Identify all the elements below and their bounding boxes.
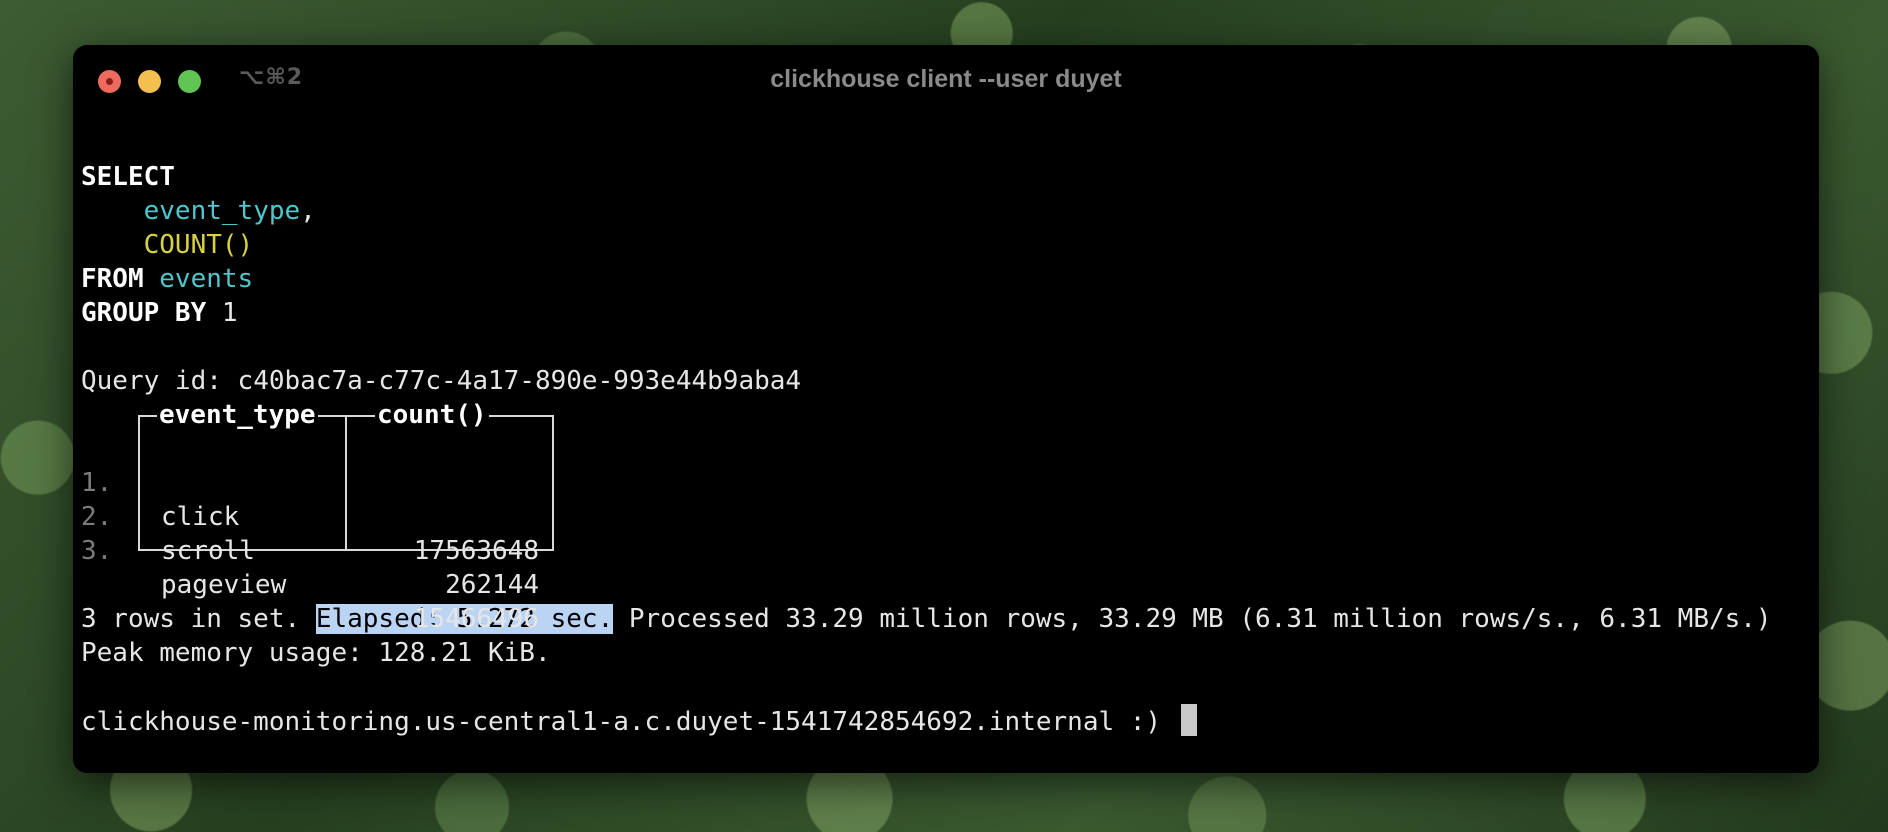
sql-function-count: COUNT() [143,230,254,260]
column-header-count: count() [375,398,489,432]
title-bar[interactable]: ⌥⌘2 clickhouse client --user duyet [73,45,1819,115]
processed-stats-text: Processed 33.29 million rows, 33.29 MB (… [613,604,1772,634]
sql-keyword-group-by: GROUP BY [81,298,207,328]
memory-line: Peak memory usage: 128.21 KiB. [81,638,551,668]
sql-keyword-from: FROM [81,264,144,294]
query-id-value: c40bac7a-c77c-4a17-890e-993e44b9aba4 [237,366,802,396]
row-event-type: pageview [161,570,287,600]
row-count: 15466496 [413,604,539,634]
column-header-event-type: event_type [157,398,318,432]
query-id-line: Query id: c40bac7a-c77c-4a17-890e-993e44… [81,364,1811,398]
results-table: event_type count() 1. click 17563648 2. … [81,398,1811,634]
row-number: 3. [81,536,113,566]
sql-count-line: COUNT() [81,228,1811,262]
table-row: 1. click 17563648 [81,432,561,566]
sql-comma: , [300,196,316,226]
sql-group-value: 1 [221,298,238,328]
sql-from-line: FROM events [81,262,1811,296]
terminal-window[interactable]: ⌥⌘2 clickhouse client --user duyet SELEC… [73,45,1819,773]
summary-line: 3 rows in set. Elapsed: 5.272 sec. Proce… [81,602,1811,636]
sql-keyword-select: SELECT [81,162,175,192]
row-count: 262144 [445,570,539,600]
sql-table-name: events [159,264,254,294]
prompt-line[interactable]: clickhouse-monitoring.us-central1-a.c.du… [81,704,1811,738]
sql-column-event-type: event_type [143,196,301,226]
sql-column-line: event_type, [81,194,1811,228]
sql-select-line: SELECT [81,160,1811,194]
window-title: clickhouse client --user duyet [770,65,1122,93]
table-row: 3. pageview 15466496 [81,500,561,634]
row-count: 17563648 [413,536,539,566]
sql-group-line: GROUP BY 1 [81,296,1811,330]
table-row: 2. scroll 262144 [81,466,561,600]
shell-prompt: clickhouse-monitoring.us-central1-a.c.du… [81,707,1177,737]
query-id-label: Query id: [81,366,238,396]
text-cursor [1180,704,1197,736]
terminal-content[interactable]: SELECT event_type, COUNT() FROM events G… [81,160,1811,738]
